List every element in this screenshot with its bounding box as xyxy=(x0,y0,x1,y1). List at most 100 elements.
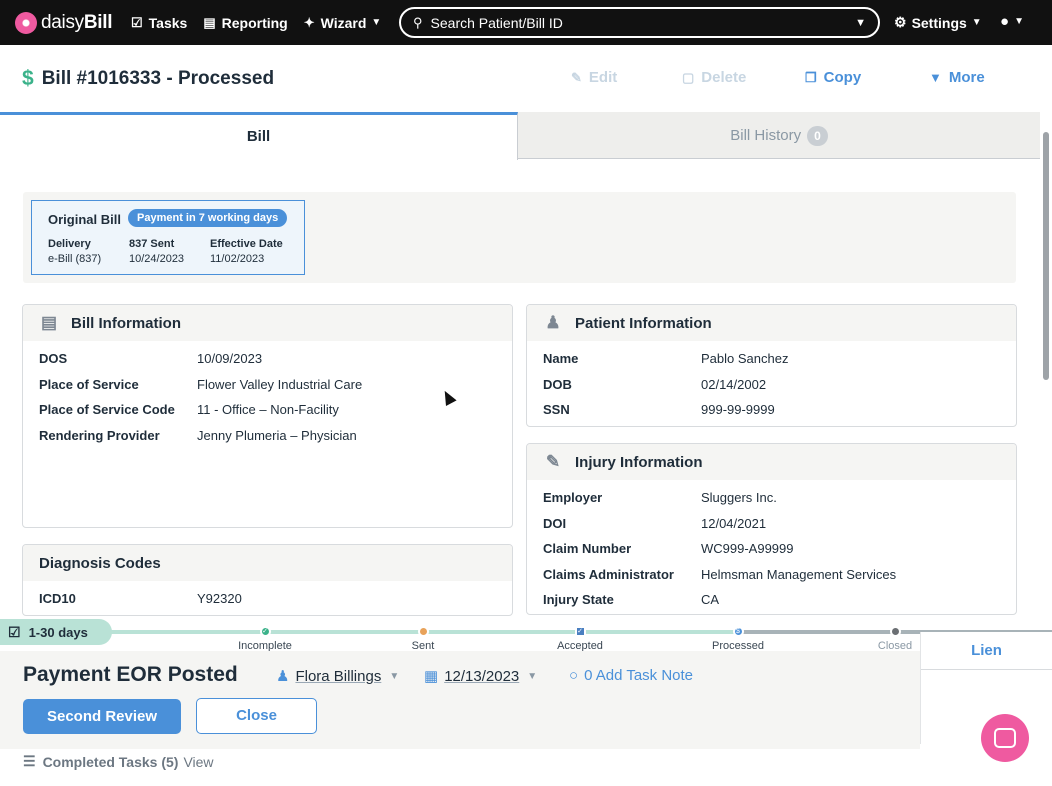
clipboard-check-icon: ☑ xyxy=(131,14,143,30)
list-icon: ☰ xyxy=(23,753,36,769)
dollar-icon: $ xyxy=(732,626,744,637)
completed-tasks[interactable]: ☰ Completed Tasks (5) View xyxy=(23,753,214,770)
chevron-down-icon: ▼ xyxy=(527,670,538,682)
scrollbar[interactable] xyxy=(1043,132,1049,380)
calendar-icon: ▦ xyxy=(424,668,439,685)
aging-label: 1-30 days xyxy=(28,624,88,640)
close-button[interactable]: Close xyxy=(196,698,317,734)
diagnosis-codes-card: Diagnosis Codes ICD10 Y92320 xyxy=(22,544,513,616)
second-review-button[interactable]: Second Review xyxy=(23,699,181,734)
info-row: ICD10 Y92320 xyxy=(39,591,242,607)
gear-icon: ⚙ xyxy=(894,14,907,30)
search-input[interactable] xyxy=(430,14,841,31)
diagnosis-codes-title: Diagnosis Codes xyxy=(39,554,161,572)
effective-col: Effective Date 11/02/2023 xyxy=(210,237,283,267)
delete-button[interactable]: ▢ Delete xyxy=(682,69,746,86)
circle-icon xyxy=(889,626,901,637)
daisy-icon xyxy=(15,11,37,34)
magic-wand-icon: ✦ xyxy=(303,14,315,30)
assignee-value: Flora Billings xyxy=(295,667,382,685)
nav-wizard[interactable]: ✦ Wizard ▼ xyxy=(304,15,382,31)
check-icon: ✓ xyxy=(259,626,271,637)
tab-lien[interactable]: Lien xyxy=(921,632,1052,670)
page-title: Bill #1016333 - Processed xyxy=(41,68,275,89)
invoice-icon: ▤ xyxy=(40,313,58,332)
add-task-note-link[interactable]: ○ 0 Add Task Note xyxy=(569,667,693,684)
chevron-down-icon: ▼ xyxy=(1014,16,1024,27)
page-header: $ Bill #1016333 - Processed ✎ Edit ▢ Del… xyxy=(0,45,1052,112)
due-date-value: 12/13/2023 xyxy=(444,667,520,685)
bill-information-card: ▤ Bill Information DOS 10/09/2023 Place o… xyxy=(22,304,513,528)
user-circle-icon: ● xyxy=(1000,13,1010,30)
tab-bar: Bill Bill History 0 xyxy=(0,112,1040,160)
tab-bill-history[interactable]: Bill History 0 xyxy=(518,112,1040,159)
user-menu[interactable]: ● ▼ xyxy=(1000,13,1024,30)
bill-information-title: Bill Information xyxy=(71,314,181,332)
nav-wizard-label: Wizard xyxy=(320,14,367,31)
original-bill-card[interactable]: Original Bill Payment in 7 working days … xyxy=(31,200,305,275)
info-row: Injury State CA xyxy=(543,592,720,608)
step-accepted: ✓ Accepted xyxy=(540,626,620,652)
chevron-down-icon: ▼ xyxy=(371,17,382,28)
tab-bill-history-label: Bill History xyxy=(730,127,802,144)
nav-tasks-label: Tasks xyxy=(148,14,188,31)
nav-settings[interactable]: ⚙ Settings ▼ xyxy=(894,14,982,31)
chevron-down-icon: ▼ xyxy=(971,17,982,28)
step-incomplete: ✓ Incomplete xyxy=(225,626,305,652)
search-bar[interactable]: ⚲ ▼ xyxy=(399,7,880,38)
info-row: DOI 12/04/2021 xyxy=(543,515,767,531)
more-button[interactable]: ▼ More xyxy=(929,69,985,86)
aging-badge: ☑ 1-30 days xyxy=(0,619,112,645)
chevron-down-icon: ▼ xyxy=(389,670,400,682)
patient-information-card: ♟ Patient Information Name Pablo Sanchez … xyxy=(526,304,1017,427)
chevron-down-icon[interactable]: ▼ xyxy=(855,17,866,29)
search-icon: ⚲ xyxy=(413,14,423,30)
nav-tasks[interactable]: ☑ Tasks xyxy=(131,15,187,31)
top-nav: daisyBill ☑ Tasks ▤ Reporting ✦ Wizard ▼… xyxy=(0,0,1052,45)
pencil-icon: ✎ xyxy=(571,69,582,85)
brand-suffix: Bill xyxy=(83,11,113,33)
chat-launcher[interactable] xyxy=(981,714,1029,762)
nav-settings-label: Settings xyxy=(911,14,967,31)
patient-icon: ♟ xyxy=(545,313,561,332)
comment-icon: ○ xyxy=(569,667,579,684)
info-row: Rendering Provider Jenny Plumeria – Physi… xyxy=(39,427,357,443)
delivery-label: Delivery xyxy=(48,238,91,250)
effective-label: Effective Date xyxy=(210,238,283,250)
copy-icon: ❐ xyxy=(805,69,817,85)
bar-chart-icon: ▤ xyxy=(203,14,216,30)
patient-information-title: Patient Information xyxy=(575,314,712,332)
calendar-check-icon: ☑ xyxy=(8,623,21,640)
edit-button[interactable]: ✎ Edit xyxy=(571,69,617,86)
effective-value: 11/02/2023 xyxy=(210,253,265,265)
due-date-select[interactable]: ▦ 12/13/2023 ▼ xyxy=(424,667,538,686)
checkbox-icon: ✓ xyxy=(574,626,586,637)
info-row: Claim Number WC999-A99999 xyxy=(543,541,794,557)
delete-label: Delete xyxy=(701,69,747,86)
copy-button[interactable]: ❐ Copy xyxy=(805,69,861,86)
completed-tasks-label: Completed Tasks (5) xyxy=(42,753,179,770)
edit-label: Edit xyxy=(588,69,618,86)
delivery-col: Delivery e-Bill (837) xyxy=(48,237,101,267)
history-count-badge: 0 xyxy=(807,126,828,147)
workflow-progress: ☑ 1-30 days ✓ Incomplete Sent ✓ Accepted… xyxy=(0,617,1052,652)
dollar-icon: $ xyxy=(22,67,34,90)
brand-prefix: daisy xyxy=(41,11,84,33)
caret-down-icon: ▼ xyxy=(929,70,942,85)
brand-logo[interactable]: daisyBill xyxy=(15,11,115,34)
info-row: DOS 10/09/2023 xyxy=(39,351,263,367)
info-row: Employer Sluggers Inc. xyxy=(543,490,777,506)
view-link[interactable]: View xyxy=(183,754,213,770)
step-sent: Sent xyxy=(383,626,463,652)
task-title: Payment EOR Posted xyxy=(23,663,238,686)
sent-col: 837 Sent 10/24/2023 xyxy=(129,237,184,267)
bandage-icon: ✎ xyxy=(545,452,561,471)
info-row: SSN 999-99-9999 xyxy=(543,402,775,418)
nav-reporting[interactable]: ▤ Reporting xyxy=(203,15,287,31)
assignee-select[interactable]: ♟ Flora Billings ▼ xyxy=(276,667,400,686)
tab-bill[interactable]: Bill xyxy=(0,112,518,160)
info-row: Place of Service Code 11 - Office – Non-F… xyxy=(39,402,339,418)
injury-information-card: ✎ Injury Information Employer Sluggers In… xyxy=(526,443,1017,615)
info-row: DOB 02/14/2002 xyxy=(543,376,767,392)
original-bill-title: Original Bill xyxy=(48,212,121,227)
